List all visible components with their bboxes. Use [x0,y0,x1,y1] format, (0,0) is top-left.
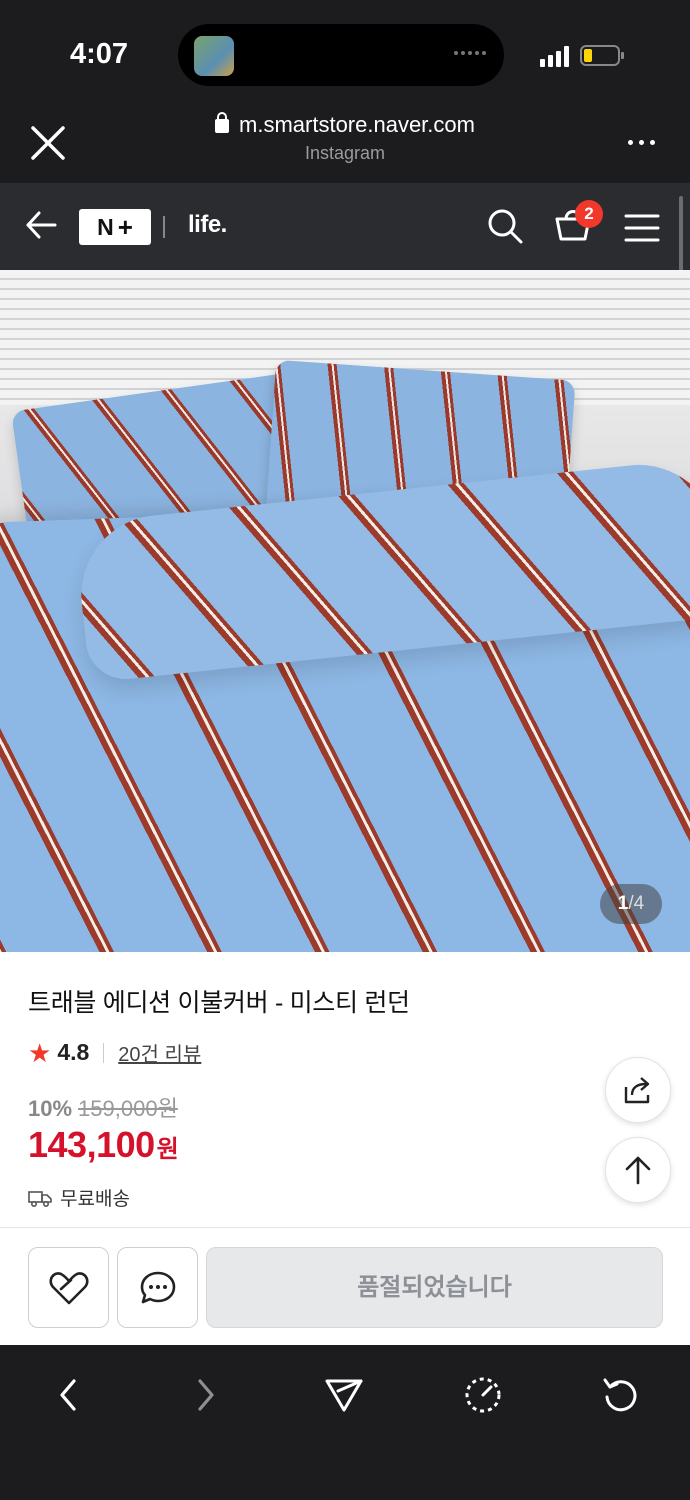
product-image[interactable] [0,270,690,952]
cart-count-badge: 2 [575,200,603,228]
nav-back-button[interactable] [38,1365,98,1425]
dynamic-island[interactable] [178,24,504,86]
menu-icon[interactable] [624,213,660,243]
browser-bottom-toolbar [0,1345,690,1500]
more-options-icon[interactable] [628,140,655,145]
discount-rate: 10% [28,1096,73,1121]
truck-icon [28,1190,52,1207]
sale-price: 143,100 원 [28,1124,179,1165]
audio-wave-icon [454,51,486,55]
share-icon [624,1077,650,1104]
browser-source: Instagram [304,143,386,163]
signal-icon [540,45,569,67]
logo-divider [163,216,165,238]
star-icon: ★ [28,1037,52,1068]
rating-row: ★ 4.8 20건 리뷰 [28,1038,201,1067]
lock-icon [215,112,230,133]
now-playing-avatar [194,36,234,76]
address-area[interactable]: m.smartstore.naver.com Instagram [0,112,690,164]
discount-row: 10% 159,000원 [28,1091,178,1123]
product-title: 트래블 에디션 이불커버 - 미스티 런던 [28,989,410,1017]
heart-icon [48,1271,89,1304]
status-time: 4:07 [70,38,129,70]
reviews-link[interactable]: 20건 리뷰 [118,1038,201,1067]
product-info: 트래블 에디션 이불커버 - 미스티 런던 ★ 4.8 20건 리뷰 10% 1… [0,952,690,1227]
original-price: 159,000원 [78,1096,178,1121]
status-bar: 4:07 [0,0,690,100]
send-icon [325,1379,363,1412]
scrollbar[interactable] [679,196,683,280]
chat-icon [140,1271,175,1303]
battery-icon [580,45,624,66]
chevron-right-icon [198,1379,214,1411]
reload-button[interactable] [591,1365,651,1425]
nav-forward-button[interactable] [176,1365,236,1425]
wishlist-button[interactable] [28,1247,109,1328]
activity-button[interactable] [453,1365,513,1425]
talk-talk-button[interactable] [117,1247,198,1328]
history-dial-icon [465,1377,501,1413]
scroll-top-button[interactable] [605,1137,671,1203]
shipping-info: 무료배송 [28,1184,130,1211]
soldout-button[interactable]: 품절되었습니다 [206,1247,663,1328]
send-button[interactable] [314,1365,374,1425]
rating-value: 4.8 [57,1039,90,1065]
arrow-up-icon [625,1156,651,1185]
back-arrow-icon[interactable] [24,208,58,242]
in-app-browser-bar: m.smartstore.naver.com Instagram [0,100,690,183]
image-page-counter: 1/4 [600,884,662,924]
chevron-left-icon [60,1379,76,1411]
brand-name[interactable]: life. [188,211,227,239]
nplus-logo[interactable]: N + [79,209,151,245]
url-text: m.smartstore.naver.com [239,112,475,137]
reload-icon [603,1378,637,1412]
search-icon[interactable] [486,207,524,245]
purchase-bar: 품절되었습니다 [0,1227,690,1345]
share-button[interactable] [605,1057,671,1123]
